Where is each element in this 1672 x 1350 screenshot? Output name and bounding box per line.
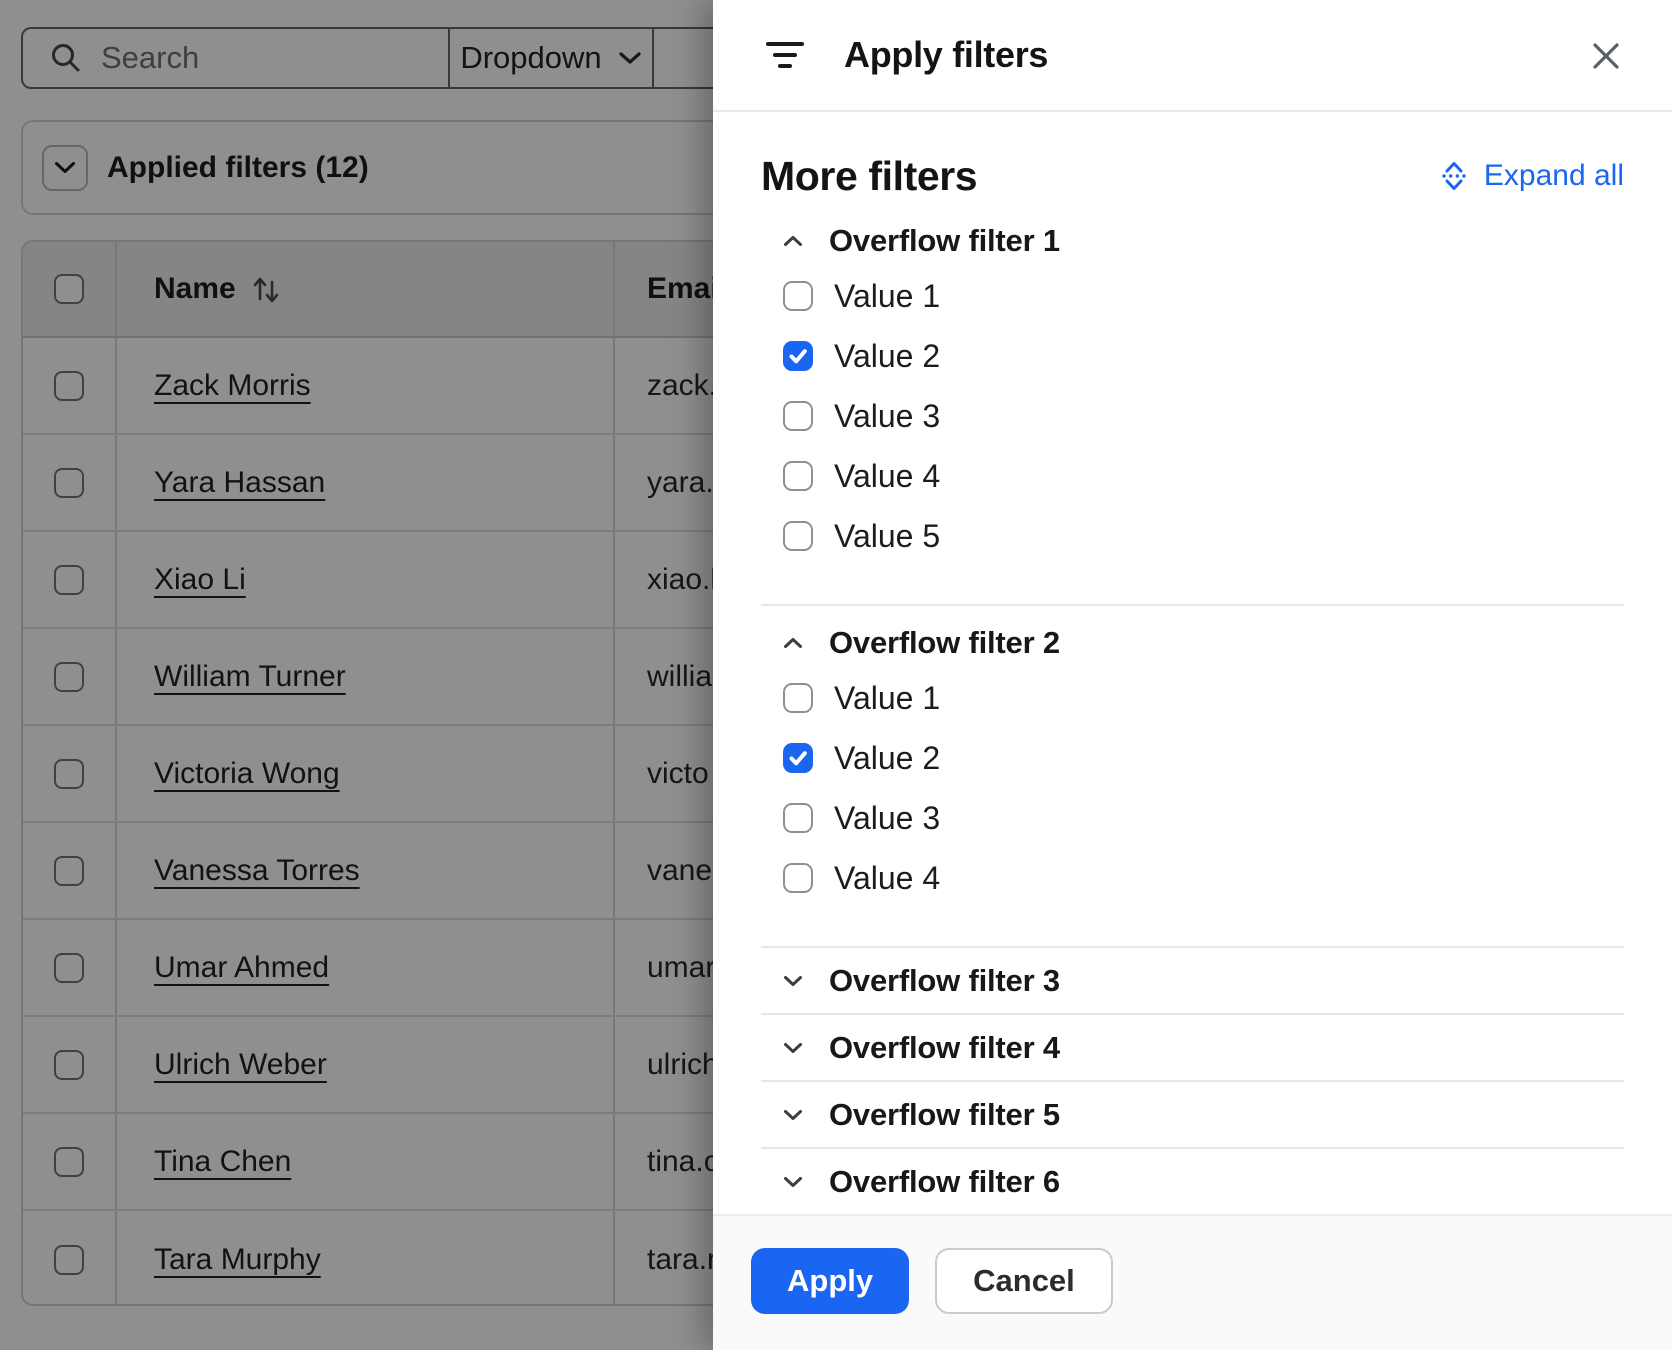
- chevron-up-icon: [783, 235, 803, 247]
- filter-icon: [765, 40, 805, 70]
- section-divider: [761, 604, 1624, 606]
- apply-filters-drawer: Apply filters More filters: [713, 0, 1672, 1350]
- checkbox-unchecked[interactable]: [783, 683, 813, 713]
- filter-option[interactable]: Value 2: [783, 728, 1624, 788]
- filter-section-label: Overflow filter 2: [829, 625, 1060, 661]
- option-label: Value 4: [834, 860, 940, 897]
- drawer-body: More filters Expand all: [713, 148, 1672, 1216]
- filter-sections: Overflow filter 1 Value 1 Value 2: [761, 216, 1624, 1216]
- checkbox-unchecked[interactable]: [783, 281, 813, 311]
- drawer-header: Apply filters: [713, 0, 1672, 112]
- filter-option[interactable]: Value 1: [783, 668, 1624, 728]
- filter-option[interactable]: Value 4: [783, 848, 1624, 908]
- more-filters-row: More filters Expand all: [761, 148, 1624, 204]
- checkbox-unchecked[interactable]: [783, 521, 813, 551]
- option-label: Value 5: [834, 518, 940, 555]
- chevron-up-icon: [783, 637, 803, 649]
- close-button[interactable]: [1576, 26, 1636, 86]
- filter-section-header[interactable]: Overflow filter 6: [761, 1149, 1624, 1216]
- filter-section-label: Overflow filter 5: [829, 1097, 1060, 1133]
- filter-option[interactable]: Value 3: [783, 788, 1624, 848]
- chevron-down-icon: [783, 975, 803, 987]
- option-label: Value 3: [834, 398, 940, 435]
- option-label: Value 1: [834, 278, 940, 315]
- filter-section-header[interactable]: Overflow filter 1: [783, 216, 1624, 266]
- filter-section-header[interactable]: Overflow filter 5: [761, 1082, 1624, 1149]
- check-icon: [783, 341, 813, 371]
- filter-section-header[interactable]: Overflow filter 4: [761, 1015, 1624, 1082]
- expand-vertical-icon: [1437, 158, 1471, 194]
- option-label: Value 4: [834, 458, 940, 495]
- option-label: Value 2: [834, 740, 940, 777]
- filter-option[interactable]: Value 2: [783, 326, 1624, 386]
- filter-section-header[interactable]: Overflow filter 3: [761, 948, 1624, 1015]
- checkbox-unchecked[interactable]: [783, 803, 813, 833]
- apply-button[interactable]: Apply: [751, 1248, 909, 1314]
- expand-all-link[interactable]: Expand all: [1437, 158, 1624, 194]
- filter-option[interactable]: Value 5: [783, 506, 1624, 566]
- chevron-down-icon: [783, 1176, 803, 1188]
- option-label: Value 1: [834, 680, 940, 717]
- checkbox-checked[interactable]: [783, 341, 813, 371]
- checkbox-unchecked[interactable]: [783, 461, 813, 491]
- filter-option[interactable]: Value 4: [783, 446, 1624, 506]
- filter-section-label: Overflow filter 6: [829, 1164, 1060, 1200]
- filter-option[interactable]: Value 3: [783, 386, 1624, 446]
- chevron-down-icon: [783, 1109, 803, 1121]
- expand-all-label: Expand all: [1484, 159, 1624, 193]
- screen: Dropdown Applied filters (12) N: [0, 0, 1672, 1350]
- check-icon: [783, 743, 813, 773]
- filter-section-header[interactable]: Overflow filter 2: [783, 618, 1624, 668]
- more-filters-heading: More filters: [761, 153, 977, 200]
- checkbox-unchecked[interactable]: [783, 863, 813, 893]
- filter-section-label: Overflow filter 4: [829, 1030, 1060, 1066]
- cancel-button[interactable]: Cancel: [935, 1248, 1113, 1314]
- chevron-down-icon: [783, 1042, 803, 1054]
- close-icon: [1591, 41, 1621, 71]
- filter-section-label: Overflow filter 3: [829, 963, 1060, 999]
- drawer-footer: Apply Cancel: [713, 1214, 1672, 1350]
- filter-section-label: Overflow filter 1: [829, 223, 1060, 259]
- option-label: Value 2: [834, 338, 940, 375]
- option-label: Value 3: [834, 800, 940, 837]
- drawer-title: Apply filters: [844, 34, 1048, 76]
- filter-option[interactable]: Value 1: [783, 266, 1624, 326]
- checkbox-checked[interactable]: [783, 743, 813, 773]
- checkbox-unchecked[interactable]: [783, 401, 813, 431]
